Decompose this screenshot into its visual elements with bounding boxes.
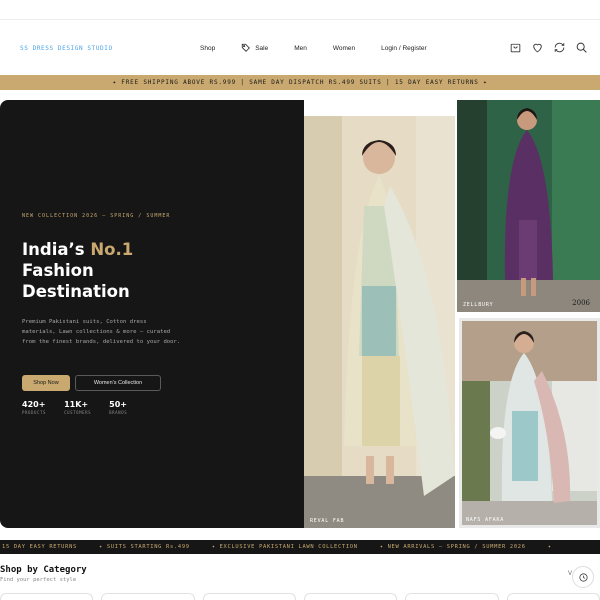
category-cards xyxy=(0,593,600,600)
ticker-item: ✦ NEW ARRIVALS — SPRING / SUMMER 2026 xyxy=(379,544,526,550)
hero-section: NEW COLLECTION 2026 — SPRING / SUMMER In… xyxy=(0,100,600,528)
history-button[interactable] xyxy=(572,566,594,588)
stat-value: 50+ xyxy=(109,400,127,409)
stat-customers: 11K+ CUSTOMERS xyxy=(64,400,91,415)
nav-item-label: Sale xyxy=(255,44,269,52)
stat-label: BRANDS xyxy=(109,410,128,415)
stat-label: PRODUCTS xyxy=(22,410,47,415)
shop-now-button[interactable]: Shop Now xyxy=(22,375,70,391)
category-card[interactable] xyxy=(405,593,499,600)
image-brand-label: REVAL FAB xyxy=(310,518,345,524)
ticker-item: ✦ EXCLUSIVE PAKISTANI LAWN COLLECTION xyxy=(211,544,358,550)
category-card[interactable] xyxy=(506,593,600,600)
hero-image-top-right[interactable]: ZELLBURY 2006 xyxy=(457,100,600,312)
stat-value: 420+ xyxy=(22,400,46,409)
nav-item-men[interactable]: Men xyxy=(294,45,307,52)
model-illustration xyxy=(462,321,597,525)
hero-panel: NEW COLLECTION 2026 — SPRING / SUMMER In… xyxy=(0,100,304,528)
hero-image-main[interactable]: REVAL FAB xyxy=(304,116,455,528)
ticker-bar: 15 DAY EASY RETURNS ✦ SUITS STARTING Rs.… xyxy=(0,540,600,554)
stat-products: 420+ PRODUCTS xyxy=(22,400,46,415)
stat-value: 11K+ xyxy=(64,400,89,409)
stat-brands: 50+ BRANDS xyxy=(109,400,127,415)
ticker-item: ✦ SUITS STARTING Rs.499 xyxy=(98,544,190,550)
headline-line-3: Destination xyxy=(22,282,130,301)
nav-item-sale[interactable]: Sale xyxy=(241,43,268,53)
ticker-item: ✦ xyxy=(547,544,552,550)
category-section-title: Shop by Category xyxy=(0,565,87,575)
main-nav: Shop Sale Men Women Login / Register xyxy=(200,43,453,53)
category-card[interactable] xyxy=(0,593,94,600)
cart-icon[interactable] xyxy=(509,41,522,54)
nav-item-label: Shop xyxy=(200,44,216,52)
header-icons xyxy=(509,41,588,54)
nav-item-women[interactable]: Women xyxy=(333,45,355,52)
category-card[interactable] xyxy=(101,593,195,600)
hero-image-bottom-right[interactable]: NAFS AFAKA xyxy=(459,318,600,528)
hero-description: Premium Pakistani suits, Cotton dress ma… xyxy=(22,319,181,345)
brand-logo[interactable]: SS DRESS DESIGN STUDIO xyxy=(20,45,113,52)
category-card[interactable] xyxy=(202,593,296,600)
image-year-label: 2006 xyxy=(572,299,590,307)
headline-prefix: India’s xyxy=(22,240,91,259)
nav-item-label: Women xyxy=(332,44,356,52)
nav-item-login[interactable]: Login / Register xyxy=(381,45,427,52)
nav-item-label: Login / Register xyxy=(381,44,427,52)
stat-label: CUSTOMERS xyxy=(64,410,92,415)
hero-eyebrow: NEW COLLECTION 2026 — SPRING / SUMMER xyxy=(22,213,171,219)
image-brand-label: NAFS AFAKA xyxy=(466,517,505,523)
top-strip xyxy=(0,0,600,20)
hero-stats: 420+ PRODUCTS 11K+ CUSTOMERS 50+ BRANDS xyxy=(22,400,127,415)
tag-icon xyxy=(242,43,251,52)
nav-item-label: Men xyxy=(294,44,307,52)
promo-bar: ✦ FREE SHIPPING ABOVE RS.999 | SAME DAY … xyxy=(0,75,600,90)
search-icon[interactable] xyxy=(575,41,588,54)
womens-collection-button[interactable]: Women's Collection xyxy=(75,375,161,391)
headline-highlight: No.1 xyxy=(90,240,134,259)
site-header: SS DRESS DESIGN STUDIO Shop Sale Men Wom… xyxy=(0,21,600,75)
ticker-item: 15 DAY EASY RETURNS xyxy=(2,544,77,550)
heart-icon[interactable] xyxy=(531,41,544,54)
model-illustration xyxy=(304,116,455,528)
nav-item-shop[interactable]: Shop xyxy=(200,45,215,52)
image-brand-label: ZELLBURY xyxy=(463,302,494,308)
headline-line-2: Fashion xyxy=(22,261,94,280)
history-icon xyxy=(578,572,588,582)
compare-icon[interactable] xyxy=(553,41,566,54)
model-illustration xyxy=(457,100,600,312)
category-section-subtitle: Find your perfect style xyxy=(0,577,77,583)
category-card[interactable] xyxy=(303,593,398,600)
hero-headline: India’s No.1 Fashion Destination xyxy=(22,239,133,302)
